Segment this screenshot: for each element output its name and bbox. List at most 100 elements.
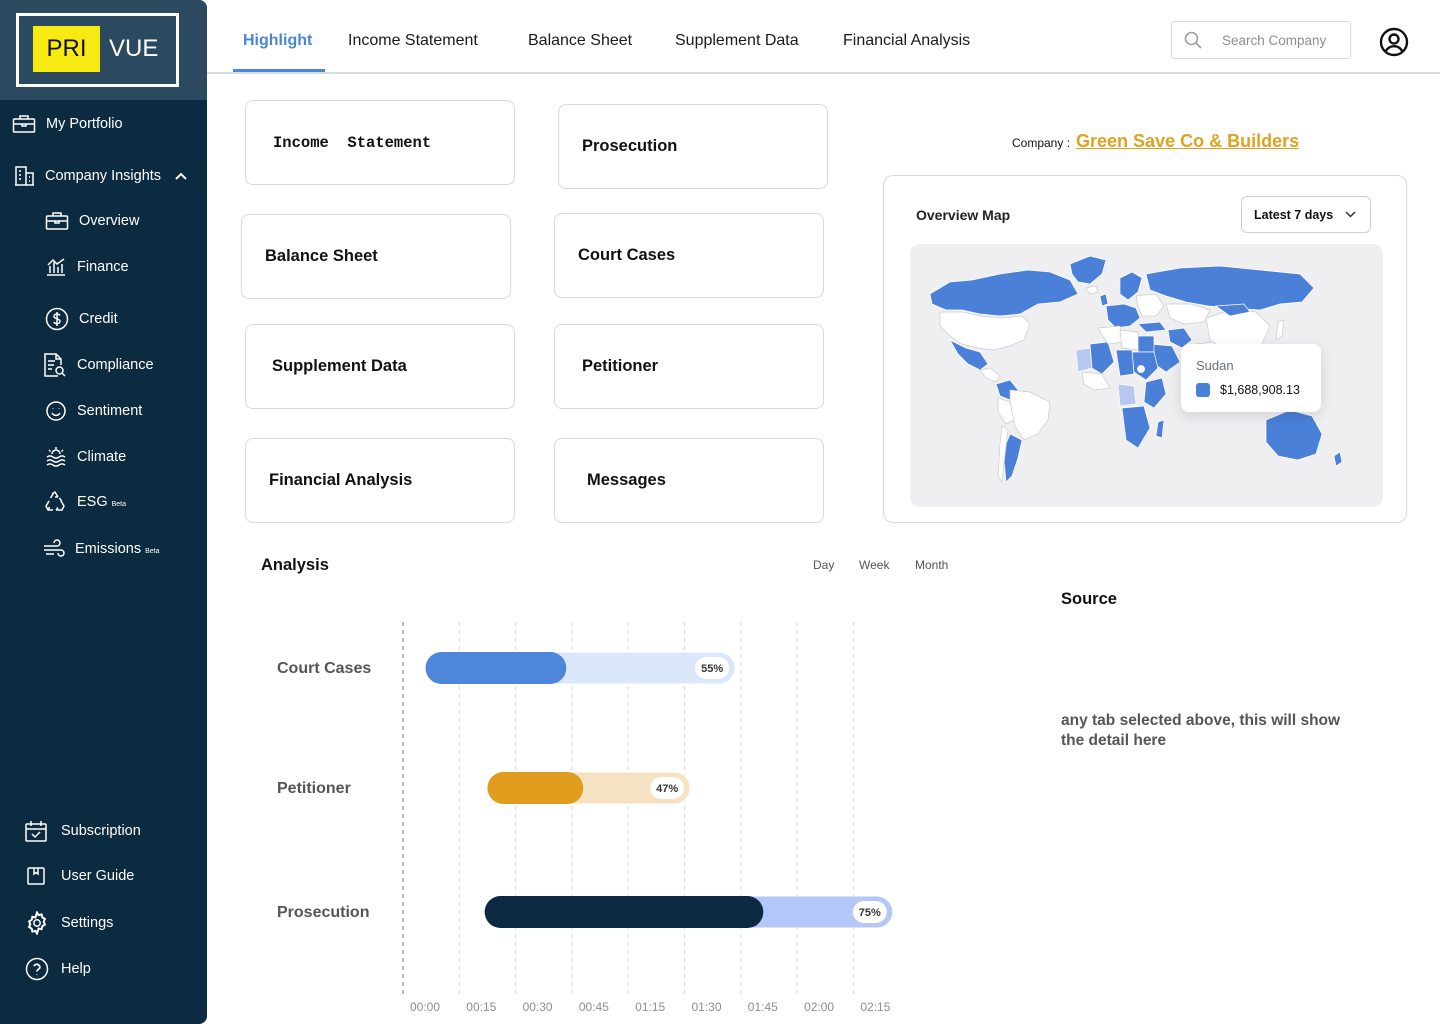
sidebar-item-label: Company Insights [45, 167, 162, 184]
tab-highlight[interactable]: Highlight [243, 32, 312, 50]
beta-badge: Beta [145, 548, 160, 555]
period-month-button[interactable]: Month [915, 558, 948, 572]
map-country-mauritania [1075, 347, 1093, 373]
overview-map-panel: Overview Map Latest 7 days Sudan $1,688,… [883, 175, 1407, 523]
card-messages[interactable]: Messages [554, 438, 824, 523]
card-label: Messages [587, 471, 666, 489]
map-region-central-america [979, 367, 1001, 383]
company-heading: Company : Green Save Co & Builders [1012, 131, 1299, 152]
card-petitioner[interactable]: Petitioner [554, 324, 824, 409]
analysis-chart: 00:00 00:15 00:30 00:45 01:15 01:30 01:45 02:00… [277, 622, 894, 1014]
sidebar-item-emissions[interactable]: Emissions Beta [43, 539, 159, 559]
card-label: Petitioner [582, 357, 659, 375]
sidebar-item-label: Settings [61, 915, 114, 931]
sidebar-item-label: Sentiment [77, 403, 143, 419]
sidebar-item-label: My Portfolio [46, 116, 123, 132]
chevron-up-icon[interactable] [174, 171, 188, 181]
gear-icon [27, 911, 47, 935]
sidebar-item-esg[interactable]: ESG Beta [43, 490, 126, 514]
map-country-west-africa [1081, 371, 1111, 391]
sidebar-item-label: Emissions Beta [75, 541, 160, 557]
search-box[interactable]: Search Company [1171, 21, 1351, 59]
sidebar: PRI VUE My Portfolio Company Insights Ov… [0, 0, 207, 1024]
card-label: Balance Sheet [265, 247, 378, 265]
card-financial-analysis[interactable]: Financial Analysis [245, 438, 515, 523]
x-tick-label: 01:15 [635, 1000, 665, 1014]
dollar-circle-icon [45, 307, 69, 331]
card-prosecution[interactable]: Prosecution [558, 104, 828, 189]
x-tick-label: 00:15 [466, 1000, 496, 1014]
tooltip-value-row: $1,688,908.13 [1196, 383, 1300, 397]
sidebar-item-label: Climate [77, 449, 127, 465]
logo-area: PRI VUE [0, 0, 207, 100]
book-icon [27, 867, 45, 885]
map-country-egypt [1137, 335, 1155, 353]
search-icon [1184, 31, 1202, 49]
tab-supplement-data[interactable]: Supplement Data [675, 32, 799, 50]
source-detail-text: any tab selected above, this will show t… [1061, 712, 1341, 749]
sidebar-item-company-insights[interactable]: Company Insights [14, 165, 188, 186]
logo[interactable]: PRI VUE [16, 13, 179, 87]
beta-badge: Beta [111, 501, 127, 508]
card-supplement-data[interactable]: Supplement Data [245, 324, 515, 409]
help-circle-icon [25, 957, 49, 981]
map-region-east-africa [1143, 377, 1167, 409]
map-title: Overview Map [916, 207, 1011, 223]
sidebar-item-label: User Guide [61, 868, 135, 884]
analysis-title: Analysis [261, 556, 329, 574]
period-week-button[interactable]: Week [859, 558, 889, 572]
sidebar-item-overview[interactable]: Overview [45, 211, 139, 231]
map-region-western-europe [1105, 303, 1141, 329]
map-country-madagascar [1155, 419, 1165, 439]
sidebar-item-label: Finance [77, 259, 129, 275]
sidebar-item-compliance[interactable]: Compliance [43, 352, 154, 378]
sidebar-item-my-portfolio[interactable]: My Portfolio [12, 114, 123, 134]
category-label: Prosecution [277, 904, 369, 921]
card-label: Prosecution [582, 137, 678, 155]
user-account-icon[interactable] [1379, 27, 1409, 57]
percent-label: 75% [859, 907, 881, 919]
sidebar-item-user-guide[interactable]: User Guide [26, 866, 134, 886]
map-country-mali [1089, 341, 1115, 375]
top-tab-bar: Highlight Income Statement Balance Sheet… [207, 0, 1440, 74]
card-balance-sheet[interactable]: Balance Sheet [241, 214, 511, 299]
card-label: Financial Analysis [269, 471, 413, 489]
x-tick-label: 02:15 [860, 1000, 890, 1014]
tab-income-statement[interactable]: Income Statement [348, 32, 478, 50]
map-country-russia [1145, 265, 1315, 311]
map-country-uk [1099, 293, 1109, 307]
sidebar-item-subscription[interactable]: Subscription [24, 819, 141, 843]
tooltip-country: Sudan [1196, 358, 1234, 373]
smiley-icon [46, 401, 66, 421]
sidebar-item-climate[interactable]: Climate [45, 446, 126, 468]
x-tick-label: 02:00 [804, 1000, 834, 1014]
category-label: Petitioner [277, 780, 351, 797]
sidebar-item-label: ESG Beta [77, 494, 127, 510]
document-search-icon [44, 353, 66, 377]
card-income-statement[interactable]: Income Statement [245, 100, 515, 185]
period-day-button[interactable]: Day [813, 558, 834, 572]
category-label: Court Cases [277, 660, 371, 677]
map-country-turkey [1137, 321, 1167, 333]
sidebar-item-credit[interactable]: Credit [45, 307, 118, 331]
tab-financial-analysis[interactable]: Financial Analysis [843, 32, 970, 50]
company-name-link[interactable]: Green Save Co & Builders [1076, 131, 1299, 152]
sidebar-item-finance[interactable]: Finance [45, 257, 129, 277]
sidebar-item-help[interactable]: Help [25, 957, 91, 981]
sidebar-item-sentiment[interactable]: Sentiment [45, 400, 142, 422]
tab-balance-sheet[interactable]: Balance Sheet [528, 32, 632, 50]
map-tooltip: Sudan $1,688,908.13 [1181, 344, 1321, 412]
card-label: Income Statement [273, 133, 432, 152]
bar-fill [425, 652, 567, 684]
search-input[interactable]: Search Company [1222, 33, 1326, 48]
map-region-southern-africa [1121, 405, 1151, 449]
sidebar-item-settings[interactable]: Settings [25, 911, 113, 935]
date-range-dropdown[interactable]: Latest 7 days [1241, 196, 1371, 233]
card-court-cases[interactable]: Court Cases [554, 213, 824, 298]
x-tick-label: 01:45 [748, 1000, 778, 1014]
sidebar-item-label: Overview [79, 213, 140, 229]
source-title: Source [1061, 590, 1117, 608]
map-country-canada [929, 269, 1079, 317]
map-country-algeria [1097, 325, 1125, 345]
world-map[interactable]: Sudan $1,688,908.13 [910, 244, 1383, 507]
